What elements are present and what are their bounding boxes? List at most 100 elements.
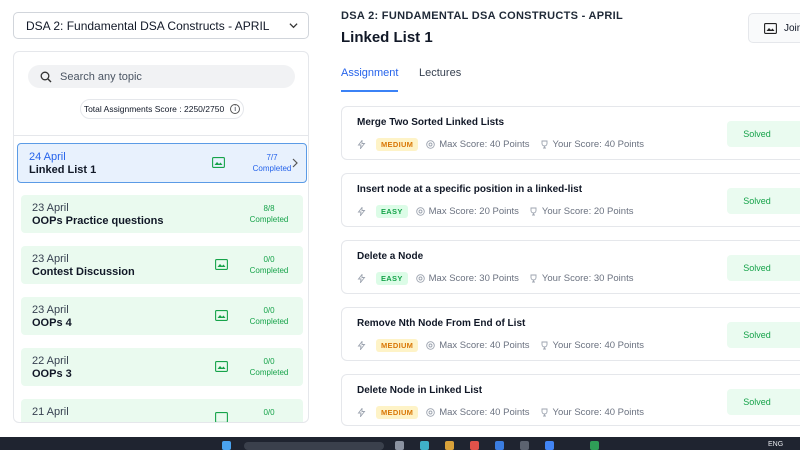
problem-title: Merge Two Sorted Linked Lists xyxy=(357,117,505,128)
lecture-progress: 0/0 Completed xyxy=(245,356,293,378)
app-icon[interactable] xyxy=(590,441,599,450)
bolt-icon xyxy=(357,207,366,216)
max-score: Max Score: 20 Points xyxy=(428,206,519,217)
video-icon xyxy=(215,259,228,270)
trophy-icon xyxy=(541,140,547,149)
chevron-down-icon xyxy=(289,23,298,29)
progress-status: Completed xyxy=(249,317,289,326)
taskbar-search[interactable] xyxy=(244,442,384,450)
max-score: Max Score: 40 Points xyxy=(439,139,530,150)
lecture-name: OOPs Practice questions xyxy=(32,215,164,227)
max-score: Max Score: 40 Points xyxy=(439,340,530,351)
problem-card[interactable]: Remove Nth Node From End of List MEDIUM … xyxy=(341,307,800,361)
progress-status: Completed xyxy=(252,164,292,173)
join-button[interactable]: Join xyxy=(748,13,800,43)
language-indicator[interactable]: ENG xyxy=(768,441,783,448)
progress-status: Completed xyxy=(249,368,289,377)
difficulty-badge: MEDIUM xyxy=(376,339,419,352)
search-icon xyxy=(40,71,52,82)
lecture-date: 23 April xyxy=(32,253,69,265)
progress-count: 8/8 xyxy=(263,204,275,213)
app-icon[interactable] xyxy=(520,441,529,450)
total-score-badge: Total Assignments Score : 2250/2750 i xyxy=(80,99,244,119)
trophy-icon xyxy=(530,274,537,283)
app-icon[interactable] xyxy=(470,441,479,450)
video-icon xyxy=(215,412,228,422)
max-score: Max Score: 40 Points xyxy=(439,407,530,418)
lecture-item[interactable]: 23 April OOPs Practice questions 8/8 Com… xyxy=(21,195,303,233)
target-icon xyxy=(426,408,435,417)
difficulty-badge: EASY xyxy=(376,272,408,285)
lecture-item[interactable]: 21 April 0/0 xyxy=(21,399,303,422)
lecture-progress: 0/0 Completed xyxy=(245,254,293,276)
problem-title: Delete a Node xyxy=(357,251,424,262)
trophy-icon xyxy=(541,341,547,350)
topic-search[interactable] xyxy=(28,65,295,88)
target-icon xyxy=(415,207,425,216)
solved-badge: Solved xyxy=(727,389,800,415)
join-label: Join xyxy=(784,22,800,34)
active-tab-indicator xyxy=(341,90,398,92)
total-score-text: Total Assignments Score : 2250/2750 xyxy=(83,104,225,114)
lecture-name: Linked List 1 xyxy=(29,164,97,176)
bolt-icon xyxy=(357,140,366,149)
lecture-progress: 8/8 Completed xyxy=(245,203,293,225)
search-input[interactable] xyxy=(60,70,280,83)
lecture-date: 23 April xyxy=(32,304,69,316)
tab-assignment[interactable]: Assignment xyxy=(341,67,398,79)
video-icon xyxy=(212,157,225,168)
progress-count: 0/0 xyxy=(263,255,275,264)
progress-status: Completed xyxy=(249,215,289,224)
your-score: Your Score: 40 Points xyxy=(552,340,645,351)
difficulty-badge: EASY xyxy=(376,205,408,218)
browser-icon[interactable] xyxy=(420,441,429,450)
chevron-right-icon xyxy=(292,158,298,168)
target-icon xyxy=(415,274,425,283)
folder-icon[interactable] xyxy=(445,441,454,450)
difficulty-badge: MEDIUM xyxy=(376,406,419,419)
app-window: DSA 2: Fundamental DSA Constructs - APRI… xyxy=(0,0,800,437)
lecture-item[interactable]: 22 April OOPs 3 0/0 Completed xyxy=(21,348,303,386)
problem-card[interactable]: Insert node at a specific position in a … xyxy=(341,173,800,227)
lecture-name: OOPs 3 xyxy=(32,368,72,380)
lecture-date: 22 April xyxy=(32,355,69,367)
target-icon xyxy=(426,140,435,149)
lecture-progress: 7/7 Completed xyxy=(248,152,296,174)
problem-meta: MEDIUM Max Score: 40 Points Your Score: … xyxy=(357,406,644,419)
lecture-item[interactable]: 24 April Linked List 1 7/7 Completed xyxy=(17,143,307,183)
bolt-icon xyxy=(357,341,366,350)
problem-card[interactable]: Delete a Node EASY Max Score: 30 Points … xyxy=(341,240,800,294)
lecture-item[interactable]: 23 April Contest Discussion 0/0 Complete… xyxy=(21,246,303,284)
problem-card[interactable]: Merge Two Sorted Linked Lists MEDIUM Max… xyxy=(341,106,800,160)
max-score: Max Score: 30 Points xyxy=(428,273,519,284)
lecture-item[interactable]: 23 April OOPs 4 0/0 Completed xyxy=(21,297,303,335)
windows-start-icon[interactable] xyxy=(222,441,231,450)
trophy-icon xyxy=(530,207,537,216)
tab-lectures[interactable]: Lectures xyxy=(419,67,461,79)
task-view-icon[interactable] xyxy=(395,441,404,450)
video-icon xyxy=(215,361,228,372)
problem-meta: EASY Max Score: 30 Points Your Score: 30… xyxy=(357,272,633,285)
problem-meta: EASY Max Score: 20 Points Your Score: 20… xyxy=(357,205,633,218)
lecture-sidebar: Total Assignments Score : 2250/2750 i 24… xyxy=(13,51,309,423)
progress-count: 0/0 xyxy=(263,357,275,366)
course-label: DSA 2: FUNDAMENTAL DSA CONSTRUCTS - APRI… xyxy=(341,10,623,22)
course-select[interactable]: DSA 2: Fundamental DSA Constructs - APRI… xyxy=(13,12,309,39)
info-icon[interactable]: i xyxy=(230,104,241,114)
lecture-name: OOPs 4 xyxy=(32,317,72,329)
problem-card[interactable]: Delete Node in Linked List MEDIUM Max Sc… xyxy=(341,374,800,426)
taskbar: ENG xyxy=(0,437,800,450)
problem-meta: MEDIUM Max Score: 40 Points Your Score: … xyxy=(357,339,644,352)
bolt-icon xyxy=(357,274,366,283)
progress-count: 0/0 xyxy=(263,408,275,417)
solved-badge: Solved xyxy=(727,322,800,348)
video-icon xyxy=(215,310,228,321)
course-select-value: DSA 2: Fundamental DSA Constructs - APRI… xyxy=(26,18,270,33)
your-score: Your Score: 20 Points xyxy=(541,206,634,217)
your-score: Your Score: 30 Points xyxy=(541,273,634,284)
progress-count: 0/0 xyxy=(263,306,275,315)
app-icon[interactable] xyxy=(495,441,504,450)
chrome-icon[interactable] xyxy=(545,441,554,450)
progress-count: 7/7 xyxy=(266,153,278,162)
page-title: Linked List 1 xyxy=(341,29,433,46)
